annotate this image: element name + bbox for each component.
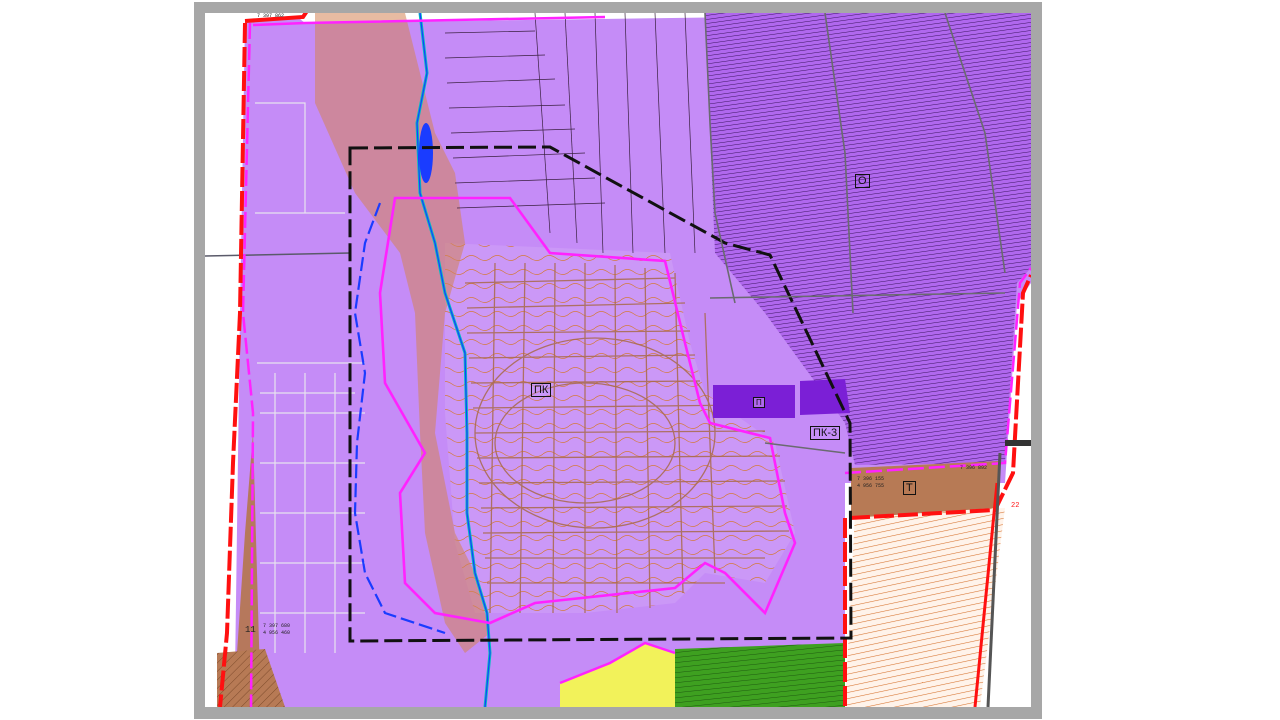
coord-left-bottom-1: 7 397 680 xyxy=(263,623,291,629)
map-drawing xyxy=(205,13,1031,707)
zone-label-marker[interactable]: П xyxy=(753,397,765,408)
zone-label-o[interactable]: О xyxy=(855,174,870,188)
coord-right-mid-3: 7 396 892 xyxy=(960,465,988,471)
coord-top-left: 7 397 862 xyxy=(257,13,285,19)
map-canvas[interactable]: ПК ПК-3 Т О П 7 397 862 7 397 680 4 956 … xyxy=(205,13,1031,707)
coord-right-mid-1: 7 396 155 xyxy=(857,476,885,482)
marker-left: 11 xyxy=(245,625,256,635)
coord-right-mid-2: 4 956 755 xyxy=(857,483,885,489)
zone-label-pk3[interactable]: ПК-3 xyxy=(810,426,841,440)
coord-left-bottom-2: 4 956 460 xyxy=(263,630,291,636)
zone-label-pk[interactable]: ПК xyxy=(531,383,552,397)
marker-right: 22 xyxy=(1011,502,1020,510)
zone-label-t[interactable]: Т xyxy=(903,481,916,495)
